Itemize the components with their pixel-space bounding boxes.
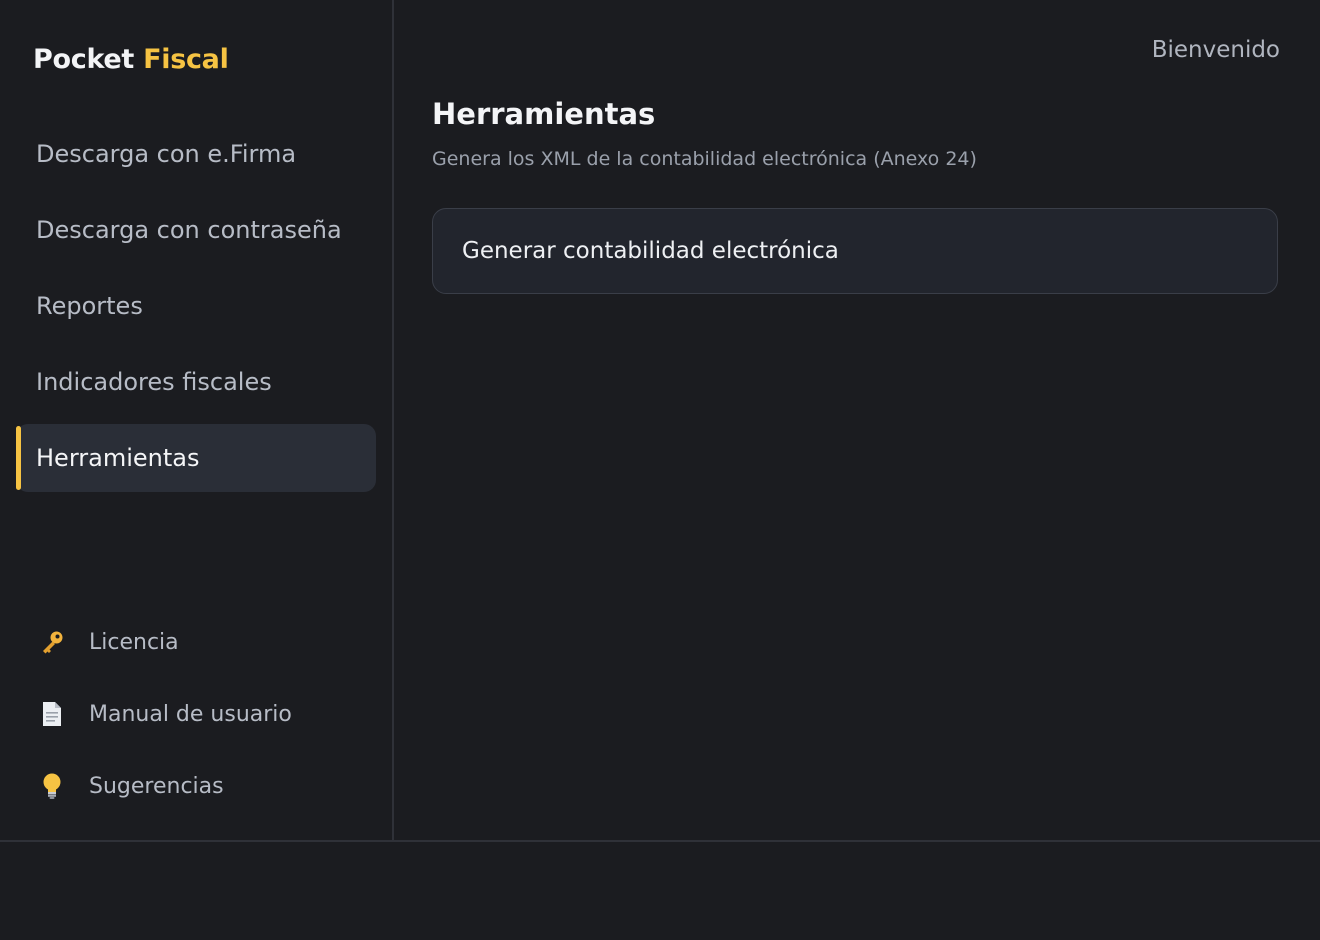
- app-window: Pocket Fiscal Descarga con e.Firma Desca…: [0, 0, 1320, 940]
- generar-contabilidad-label: Generar contabilidad electrónica: [462, 238, 839, 264]
- sidebar-item-herramientas[interactable]: Herramientas: [16, 424, 376, 492]
- brand-logo: Pocket Fiscal: [33, 40, 229, 80]
- brand-name-part1: Pocket: [33, 44, 134, 75]
- licencia-link[interactable]: Licencia: [36, 606, 292, 678]
- sidebar-item-label: Indicadores fiscales: [36, 368, 272, 396]
- sidebar-item-descarga-efirma[interactable]: Descarga con e.Firma: [16, 120, 376, 188]
- manual-usuario-link[interactable]: Manual de usuario: [36, 678, 292, 750]
- sugerencias-label: Sugerencias: [89, 773, 224, 799]
- main-content: Bienvenido Herramientas Genera los XML d…: [394, 0, 1320, 840]
- generar-contabilidad-card[interactable]: Generar contabilidad electrónica: [432, 208, 1278, 294]
- sidebar-item-label: Reportes: [36, 292, 143, 320]
- sidebar-item-label: Descarga con contraseña: [36, 216, 342, 244]
- page-title: Herramientas: [432, 97, 656, 131]
- sidebar-nav: Descarga con e.Firma Descarga con contra…: [16, 120, 376, 500]
- licencia-label: Licencia: [89, 629, 179, 655]
- sidebar-item-reportes[interactable]: Reportes: [16, 272, 376, 340]
- sidebar-item-label: Descarga con e.Firma: [36, 140, 297, 168]
- page-subtitle: Genera los XML de la contabilidad electr…: [432, 148, 977, 170]
- brand-name-part2: Fiscal: [143, 44, 229, 75]
- welcome-text: Bienvenido: [1151, 37, 1280, 63]
- key-icon: [36, 626, 68, 658]
- document-icon: [36, 698, 68, 730]
- sidebar-item-label: Herramientas: [36, 444, 200, 472]
- sidebar-item-descarga-contrasena[interactable]: Descarga con contraseña: [16, 196, 376, 264]
- sidebar: Pocket Fiscal Descarga con e.Firma Desca…: [0, 0, 394, 840]
- manual-usuario-label: Manual de usuario: [89, 701, 292, 727]
- sidebar-bottom-links: Licencia Manual de usuario Sugerencias: [36, 606, 292, 822]
- footer-bar: [0, 840, 1320, 940]
- sidebar-item-indicadores-fiscales[interactable]: Indicadores fiscales: [16, 348, 376, 416]
- sugerencias-link[interactable]: Sugerencias: [36, 750, 292, 822]
- lightbulb-icon: [36, 770, 68, 802]
